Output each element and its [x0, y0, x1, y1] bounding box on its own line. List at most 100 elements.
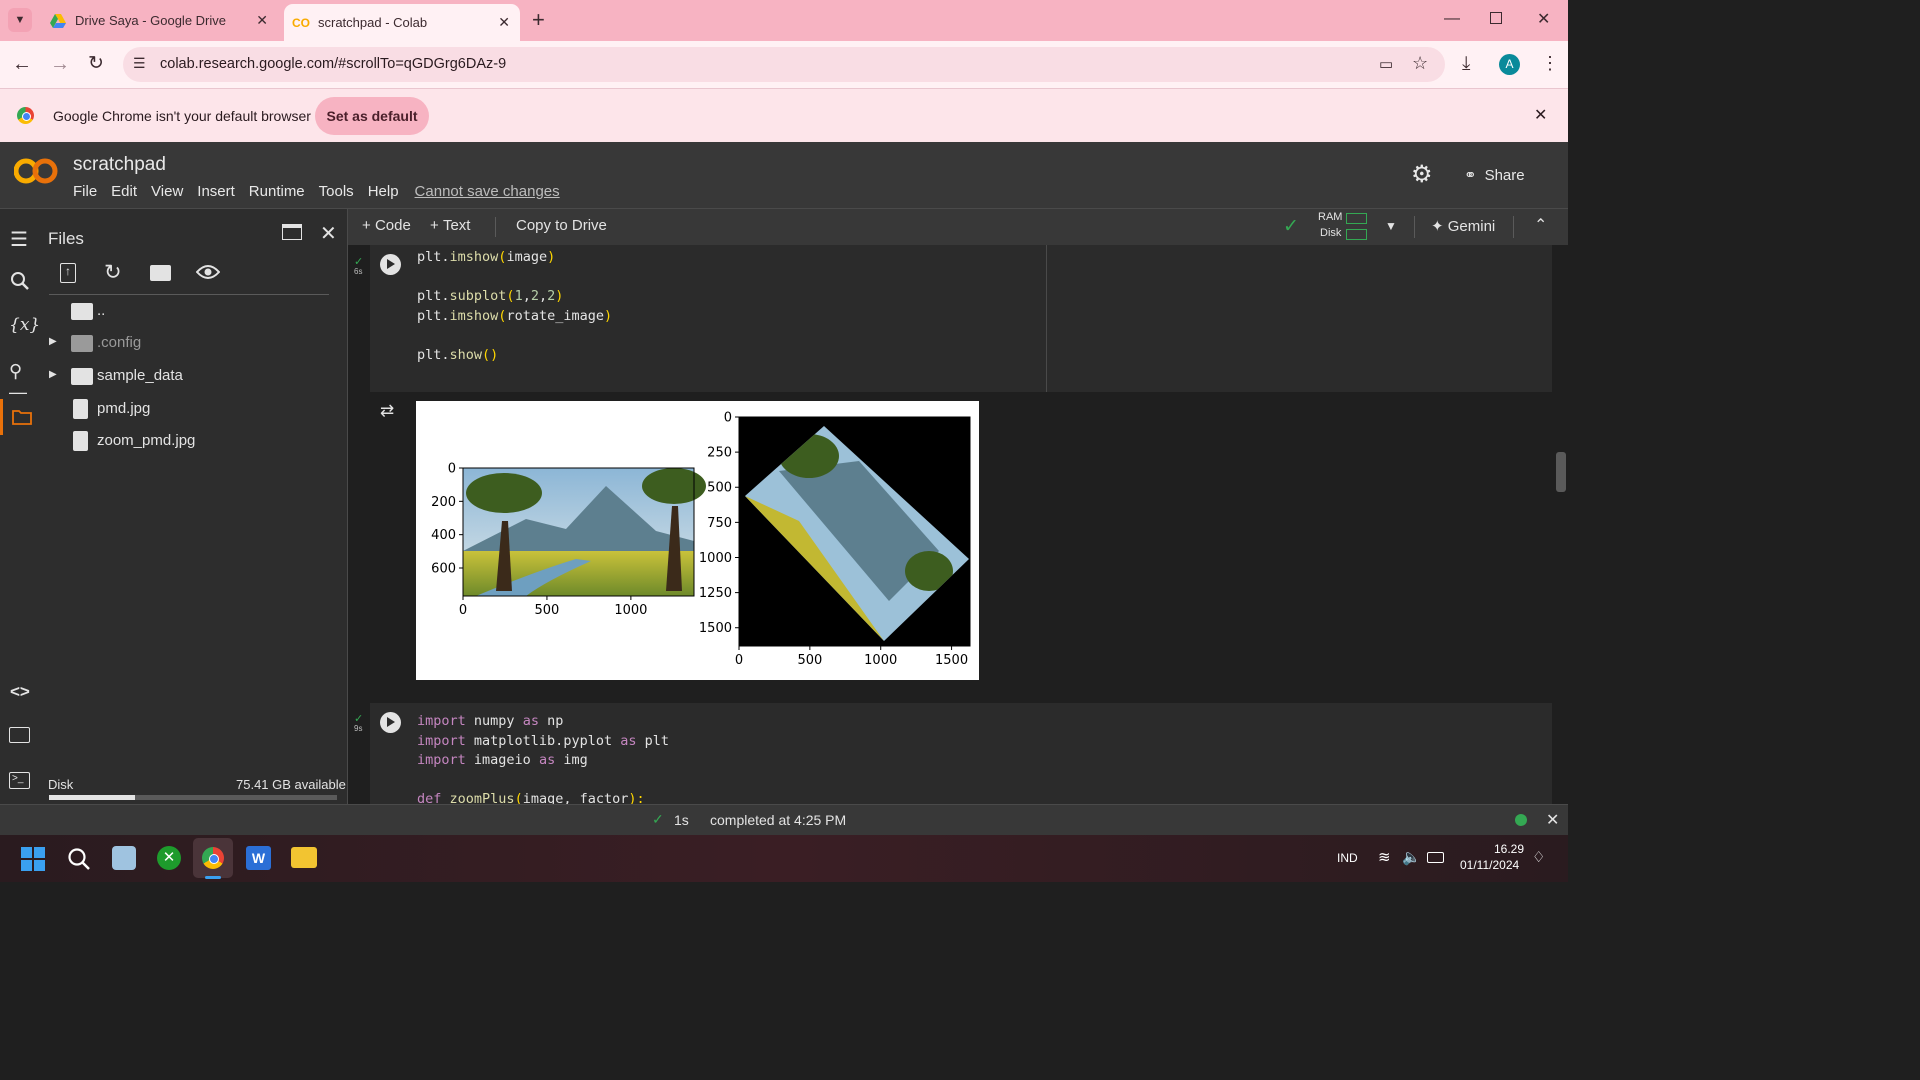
- command-palette-icon[interactable]: [9, 727, 30, 743]
- run-cell-button[interactable]: [380, 712, 401, 733]
- add-code-button[interactable]: + Code: [362, 217, 411, 234]
- open-in-tab-icon[interactable]: [282, 224, 302, 240]
- code-snippets-icon[interactable]: <>: [10, 682, 30, 702]
- site-info-icon[interactable]: ☰: [133, 55, 146, 72]
- notification-bell-icon[interactable]: ♢: [1532, 848, 1545, 866]
- restore-button[interactable]: [1490, 12, 1502, 24]
- back-arrow-icon[interactable]: ←: [12, 53, 32, 76]
- code-token: subplot: [449, 288, 507, 304]
- terminal-icon[interactable]: >_: [9, 772, 30, 789]
- clock-date[interactable]: 01/11/2024: [1460, 858, 1519, 872]
- execution-status-bar: ✓ 1s completed at 4:25 PM ✕: [0, 804, 1568, 836]
- menu-tools[interactable]: Tools: [319, 183, 354, 200]
- minimize-button[interactable]: —: [1444, 10, 1460, 28]
- code-token: image, factor: [522, 791, 629, 804]
- runtime-dropdown-icon[interactable]: ▼: [1385, 219, 1397, 233]
- code-token: plt.: [417, 346, 450, 363]
- table-of-contents-icon[interactable]: ☰: [10, 227, 28, 252]
- run-cell-button[interactable]: [380, 254, 401, 275]
- wifi-icon[interactable]: ≋: [1378, 848, 1391, 866]
- secrets-key-icon[interactable]: ⚲—: [9, 361, 40, 403]
- chrome-app-icon[interactable]: [193, 838, 233, 879]
- code-token: 2: [530, 288, 539, 304]
- tab-search-button[interactable]: ▼: [8, 8, 32, 32]
- menu-file[interactable]: File: [73, 183, 97, 200]
- code-token: plt.: [417, 249, 450, 265]
- code-line: plt.show(): [417, 346, 612, 366]
- code-cell[interactable]: import numpy as np import matplotlib.pypl…: [370, 703, 1552, 804]
- colab-logo-icon[interactable]: [14, 156, 58, 186]
- resource-monitor[interactable]: RAM Disk: [1314, 210, 1374, 244]
- save-status-link[interactable]: Cannot save changes: [415, 183, 560, 200]
- variables-icon[interactable]: {x}: [9, 315, 40, 335]
- cast-icon[interactable]: ▭: [1379, 55, 1393, 73]
- search-icon[interactable]: [10, 271, 30, 291]
- y-tick-label: 1250: [699, 586, 732, 601]
- photos-app-icon[interactable]: [112, 846, 136, 870]
- mount-drive-icon[interactable]: [150, 265, 171, 281]
- refresh-icon[interactable]: ↻: [104, 260, 122, 285]
- gemini-button[interactable]: ✦ Gemini: [1431, 217, 1495, 235]
- clock-time[interactable]: 16.29: [1494, 842, 1524, 856]
- volume-icon[interactable]: 🔈: [1402, 848, 1421, 866]
- xbox-app-icon[interactable]: ✕: [157, 846, 181, 870]
- menu-insert[interactable]: Insert: [197, 183, 235, 200]
- chevron-right-icon[interactable]: ▶: [49, 336, 57, 347]
- menu-runtime[interactable]: Runtime: [249, 183, 305, 200]
- menu-help[interactable]: Help: [368, 183, 399, 200]
- language-indicator[interactable]: IND: [1337, 851, 1358, 865]
- code-editor[interactable]: import numpy as np import matplotlib.pypl…: [417, 712, 669, 804]
- url-text[interactable]: colab.research.google.com/#scrollTo=qGDG…: [160, 56, 506, 72]
- copy-to-drive-button[interactable]: Copy to Drive: [516, 217, 607, 234]
- show-hidden-eye-icon[interactable]: [196, 264, 220, 280]
- file-name: sample_data: [97, 367, 183, 384]
- forward-arrow-icon[interactable]: →: [50, 53, 70, 76]
- code-token: as: [522, 713, 539, 729]
- files-panel-title: Files: [48, 229, 84, 248]
- avatar[interactable]: A: [1499, 54, 1520, 75]
- tab-title: Drive Saya - Google Drive: [75, 13, 226, 28]
- disk-label: Disk: [48, 777, 74, 792]
- code-cell[interactable]: plt.imshow(image) plt.subplot(1,2,2) plt.i…: [370, 245, 1552, 392]
- search-icon[interactable]: [67, 847, 91, 871]
- add-text-button[interactable]: + Text: [430, 217, 470, 234]
- output-toggle-icon[interactable]: ⇄: [380, 401, 394, 421]
- close-icon[interactable]: ✕: [498, 14, 510, 31]
- notebook-title[interactable]: scratchpad: [73, 154, 166, 176]
- menu-view[interactable]: View: [151, 183, 183, 200]
- divider: [1513, 216, 1514, 238]
- tab-google-drive[interactable]: Drive Saya - Google Drive ✕: [40, 6, 280, 35]
- close-icon[interactable]: ✕: [1534, 105, 1547, 125]
- word-app-icon[interactable]: W: [246, 846, 271, 870]
- upload-file-icon[interactable]: ↑: [60, 263, 76, 283]
- files-folder-icon[interactable]: [0, 399, 40, 435]
- close-window-button[interactable]: ✕: [1537, 9, 1550, 29]
- download-icon[interactable]: ⤓: [1462, 53, 1470, 75]
- x-tick-label: 500: [797, 653, 822, 668]
- notebook-scrollbar-thumb[interactable]: [1556, 452, 1566, 492]
- file-explorer-app-icon[interactable]: [291, 847, 317, 868]
- reload-icon[interactable]: ↻: [88, 52, 104, 75]
- address-bar[interactable]: ☰ colab.research.google.com/#scrollTo=qG…: [123, 47, 1445, 82]
- infobar-message: Google Chrome isn't your default browser: [53, 108, 311, 124]
- close-icon[interactable]: ✕: [1546, 810, 1559, 830]
- share-button[interactable]: ⚭ Share: [1464, 166, 1525, 185]
- menu-edit[interactable]: Edit: [111, 183, 137, 200]
- close-icon[interactable]: ✕: [256, 12, 268, 29]
- battery-icon[interactable]: [1427, 852, 1444, 863]
- code-token: ,: [538, 288, 548, 304]
- browser-tab-strip: ▼ Drive Saya - Google Drive ✕ CO scratch…: [0, 0, 1568, 41]
- tab-title: scratchpad - Colab: [318, 15, 428, 30]
- close-panel-icon[interactable]: ✕: [320, 221, 337, 246]
- collapse-header-icon[interactable]: ⌃: [1534, 215, 1547, 235]
- more-menu-icon[interactable]: ⋮: [1541, 53, 1559, 74]
- windows-start-icon[interactable]: [21, 847, 45, 871]
- new-tab-button[interactable]: +: [532, 8, 545, 32]
- tab-colab[interactable]: CO scratchpad - Colab ✕: [284, 4, 520, 41]
- settings-gear-icon[interactable]: ⚙: [1411, 160, 1433, 189]
- code-editor[interactable]: plt.imshow(image) plt.subplot(1,2,2) plt.i…: [417, 248, 612, 365]
- bookmark-star-icon[interactable]: ☆: [1412, 53, 1428, 74]
- colab-header: scratchpad File Edit View Insert Runtime…: [0, 142, 1568, 209]
- set-as-default-button[interactable]: Set as default: [315, 97, 429, 135]
- chevron-right-icon[interactable]: ▶: [49, 369, 57, 380]
